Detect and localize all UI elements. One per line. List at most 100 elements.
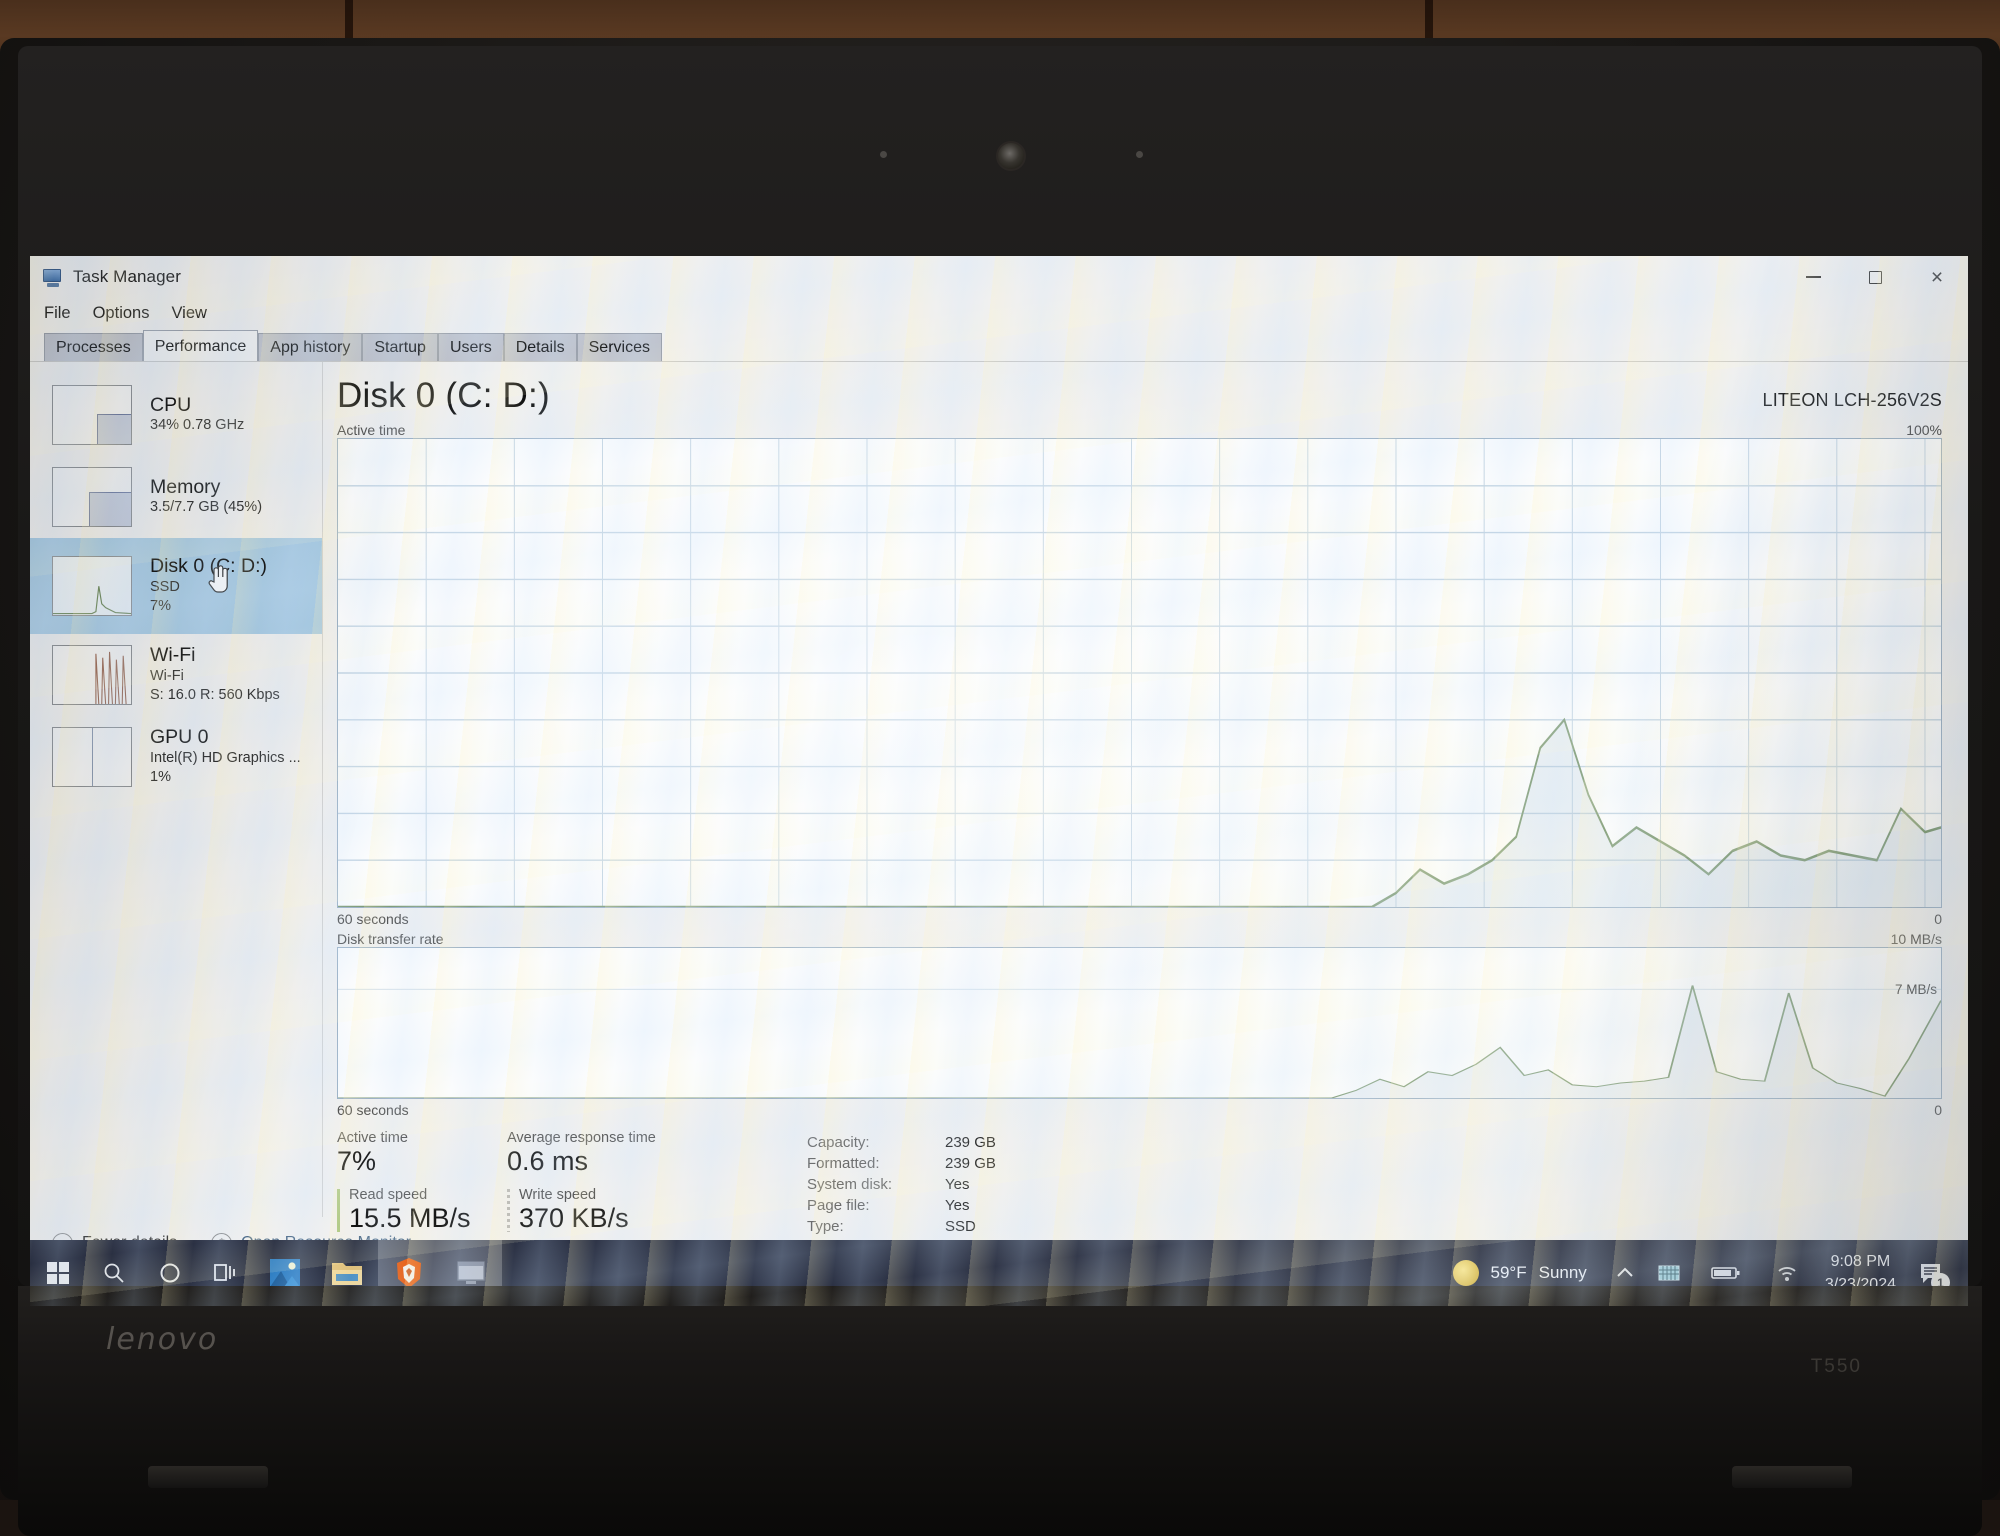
performance-sidebar: CPU 34% 0.78 GHz Memory 3.5/7.7 GB (45%) <box>30 362 322 1217</box>
circle-icon <box>158 1261 182 1285</box>
task-manager-window: Task Manager × File Options View Process… <box>30 256 1968 1240</box>
average-response-time-stat: Average response time 0.6 ms <box>507 1130 757 1177</box>
info-row-type: Type: SSD <box>807 1216 996 1237</box>
window-title: Task Manager <box>73 267 181 287</box>
minimize-button[interactable] <box>1782 256 1844 298</box>
sidebar-item-cpu[interactable]: CPU 34% 0.78 GHz <box>30 374 322 456</box>
sidebar-disk-usage: 7% <box>150 597 267 617</box>
mic-dot-left-icon <box>880 151 887 158</box>
read-speed-value: 15.5 MB/s <box>349 1203 507 1234</box>
transfer-rate-label: Disk transfer rate <box>337 931 444 947</box>
sidebar-gpu-label: GPU 0 <box>150 726 301 748</box>
sidebar-wifi-type: Wi-Fi <box>150 667 280 687</box>
weather-widget[interactable]: 59°F Sunny <box>1453 1260 1587 1286</box>
photo-background: Task Manager × File Options View Process… <box>0 0 2000 1500</box>
transfer-rate-scale-label: 7 MB/s <box>1895 982 1937 997</box>
sidebar-gpu-model: Intel(R) HD Graphics ... <box>150 749 301 769</box>
task-manager-body: CPU 34% 0.78 GHz Memory 3.5/7.7 GB (45%) <box>30 362 1968 1217</box>
disk-statistics: Active time 7% Average response time 0.6… <box>337 1130 1942 1237</box>
read-speed-color-swatch <box>337 1189 340 1232</box>
info-row-formatted: Formatted: 239 GB <box>807 1153 996 1174</box>
active-time-chart <box>338 439 1941 907</box>
menu-item-options[interactable]: Options <box>93 304 150 323</box>
tab-details[interactable]: Details <box>504 333 577 361</box>
transfer-rate-graph: 7 MB/s <box>337 947 1942 1099</box>
transfer-rate-chart <box>338 948 1941 1098</box>
maximize-button[interactable] <box>1844 256 1906 298</box>
laptop-keyboard-deck: lenovo T550 <box>18 1286 1982 1536</box>
tab-startup[interactable]: Startup <box>362 333 438 361</box>
sidebar-wifi-label: Wi-Fi <box>150 644 280 666</box>
gpu-thumbnail <box>52 727 132 787</box>
menu-bar: File Options View <box>30 298 1968 328</box>
window-titlebar: Task Manager × <box>30 256 1968 298</box>
type-key: Type: <box>807 1216 927 1237</box>
formatted-key: Formatted: <box>807 1153 927 1174</box>
search-icon <box>102 1261 126 1285</box>
lid-latch-left <box>148 1466 268 1488</box>
menu-item-file[interactable]: File <box>44 304 71 323</box>
weather-condition: Sunny <box>1539 1263 1587 1283</box>
sidebar-wifi-stats: S: 16.0 R: 560 Kbps <box>150 686 280 706</box>
sidebar-item-wifi[interactable]: Wi-Fi Wi-Fi S: 16.0 R: 560 Kbps <box>30 634 322 716</box>
transfer-rate-min-label: 0 <box>1934 1102 1942 1118</box>
laptop-body: Task Manager × File Options View Process… <box>0 38 2000 1500</box>
active-time-axis-row: 60 seconds 0 <box>337 911 1942 927</box>
keyboard-layout-icon <box>1658 1264 1680 1282</box>
page-title: Disk 0 (C: D:) <box>337 376 550 416</box>
windows-logo-icon <box>47 1262 69 1284</box>
close-button[interactable]: × <box>1906 256 1968 298</box>
active-time-label: Active time <box>337 422 405 438</box>
average-response-time-caption: Average response time <box>507 1130 757 1146</box>
tab-services[interactable]: Services <box>577 333 662 361</box>
sidebar-cpu-label: CPU <box>150 394 244 416</box>
window-controls: × <box>1782 256 1968 298</box>
tab-app-history[interactable]: App history <box>258 333 362 361</box>
active-time-graph <box>337 438 1942 908</box>
active-time-duration-label: 60 seconds <box>337 911 409 927</box>
lid-latch-right <box>1732 1466 1852 1488</box>
tab-processes[interactable]: Processes <box>44 333 143 361</box>
active-time-gridlines <box>338 439 1941 907</box>
transfer-rate-axis-row: 60 seconds 0 <box>337 1102 1942 1118</box>
write-speed-color-swatch <box>507 1189 510 1232</box>
webcam-icon <box>996 141 1026 171</box>
system-disk-key: System disk: <box>807 1174 927 1195</box>
pane-header: Disk 0 (C: D:) LITEON LCH-256V2S <box>337 376 1942 416</box>
capacity-key: Capacity: <box>807 1132 927 1153</box>
wifi-icon <box>1775 1263 1799 1283</box>
sidebar-gpu-usage: 1% <box>150 768 301 788</box>
memory-thumbnail <box>52 467 132 527</box>
write-speed-value: 370 KB/s <box>519 1203 757 1234</box>
tab-performance[interactable]: Performance <box>143 330 259 361</box>
sidebar-item-gpu0[interactable]: GPU 0 Intel(R) HD Graphics ... 1% <box>30 716 322 798</box>
system-disk-value: Yes <box>927 1174 996 1195</box>
menu-item-view[interactable]: View <box>171 304 206 323</box>
sidebar-item-disk0[interactable]: Disk 0 (C: D:) SSD 7% <box>30 538 322 634</box>
average-response-time-value: 0.6 ms <box>507 1146 757 1177</box>
sidebar-memory-label: Memory <box>150 476 262 498</box>
cpu-thumbnail <box>52 385 132 445</box>
disk-thumbnail <box>52 556 132 616</box>
folder-icon <box>330 1258 364 1288</box>
laptop-model-label: T550 <box>1811 1356 1862 1378</box>
battery-icon <box>1711 1265 1741 1281</box>
page-file-value: Yes <box>927 1195 996 1216</box>
active-time-stat-caption: Active time <box>337 1130 507 1146</box>
active-time-graph-labels: Active time 100% <box>337 422 1942 438</box>
tab-strip: Processes Performance App history Startu… <box>30 328 1968 362</box>
transfer-rate-graph-labels: Disk transfer rate 10 MB/s <box>337 931 1942 947</box>
sidebar-item-memory[interactable]: Memory 3.5/7.7 GB (45%) <box>30 456 322 538</box>
active-time-min-label: 0 <box>1934 911 1942 927</box>
laptop-brand-logo: lenovo <box>106 1322 218 1357</box>
tab-users[interactable]: Users <box>438 333 504 361</box>
task-view-icon <box>213 1262 239 1284</box>
read-speed-stat: Read speed 15.5 MB/s <box>337 1187 507 1234</box>
write-speed-stat: Write speed 370 KB/s <box>507 1187 757 1234</box>
sidebar-memory-stats: 3.5/7.7 GB (45%) <box>150 498 262 518</box>
wifi-thumbnail <box>52 645 132 705</box>
sun-icon <box>1453 1260 1479 1286</box>
task-manager-icon <box>42 267 64 287</box>
transfer-rate-max-label: 10 MB/s <box>1891 931 1942 947</box>
mouse-cursor-hand-icon <box>206 564 232 594</box>
